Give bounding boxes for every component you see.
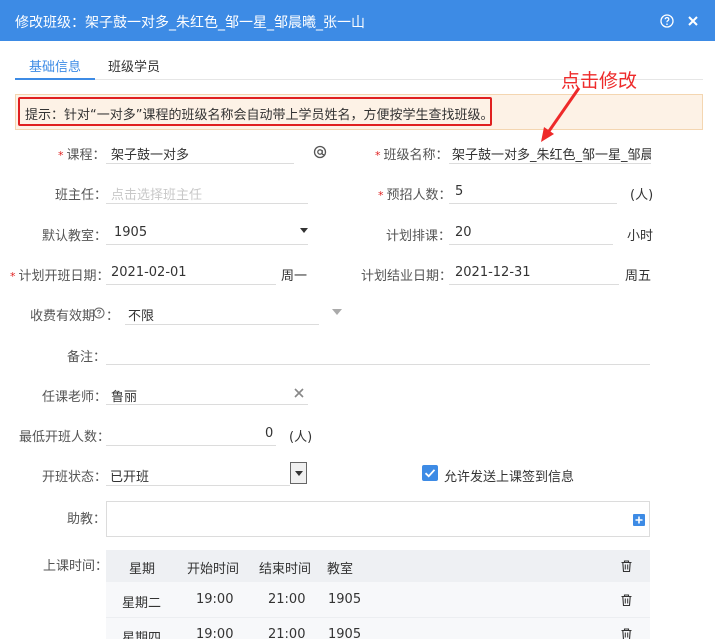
- status-underline: [106, 485, 290, 486]
- head-teacher-input[interactable]: 点击选择班主任: [111, 184, 202, 203]
- check-icon: [424, 469, 436, 478]
- schedule-cell-end: 21:00: [268, 627, 306, 639]
- class-name-underline: [449, 163, 651, 164]
- course-underline: [106, 163, 294, 164]
- teacher-label: 任课老师：: [42, 390, 108, 405]
- dropdown-caret-icon: [295, 471, 303, 476]
- assistant-input[interactable]: [106, 501, 650, 537]
- clear-icon[interactable]: [294, 388, 304, 398]
- remark-label: 备注：: [67, 350, 107, 365]
- planned-lessons-unit: 小时: [627, 229, 654, 244]
- required-mark: *: [10, 270, 16, 283]
- assistant-label: 助教：: [67, 512, 107, 527]
- planned-lessons-underline: [449, 244, 613, 245]
- table-row: [106, 582, 650, 618]
- end-date-underline: [449, 284, 619, 285]
- class-name-value: 架子鼓一对多_朱红色_邹一星_邹晨曦: [452, 148, 651, 163]
- table-row: [106, 618, 650, 639]
- tab-class-students[interactable]: 班级学员: [108, 56, 160, 75]
- min-students-label: 最低开班人数：: [19, 430, 111, 445]
- teacher-value[interactable]: 鲁丽: [111, 386, 137, 405]
- class-name-label: * 班级名称：: [375, 148, 449, 163]
- schedule-cell-start: 19:00: [196, 627, 234, 639]
- course-value: 架子鼓一对多: [111, 148, 190, 163]
- head-teacher-underline: [106, 203, 308, 204]
- class-name-input[interactable]: 架子鼓一对多_朱红色_邹一星_邹晨曦: [452, 144, 651, 163]
- planned-lessons-label: 计划排课：: [386, 229, 452, 244]
- add-assistant-icon[interactable]: [633, 514, 645, 526]
- planned-students-input[interactable]: 5: [455, 184, 463, 199]
- schedule-header-weekday: 星期: [129, 562, 156, 577]
- min-students-unit: (人): [289, 430, 313, 445]
- status-label: 开班状态：: [42, 470, 108, 485]
- annotation-arrow-icon: [541, 87, 581, 142]
- at-link-icon[interactable]: [313, 145, 327, 159]
- tab-basic-info[interactable]: 基础信息: [29, 56, 81, 75]
- end-weekday: 周五: [625, 269, 652, 284]
- min-students-underline: [106, 445, 276, 446]
- schedule-label: 上课时间：: [43, 559, 109, 574]
- allow-notify-label: 允许发送上课签到信息: [444, 470, 575, 485]
- end-date-input[interactable]: 2021-12-31: [455, 265, 531, 280]
- delete-row-trash-icon[interactable]: [621, 594, 632, 606]
- start-date-input[interactable]: 2021-02-01: [111, 265, 187, 280]
- help-circle-icon[interactable]: [93, 307, 105, 319]
- schedule-header-start: 开始时间: [187, 562, 240, 577]
- schedule-header-room: 教室: [327, 562, 354, 577]
- default-room-select[interactable]: 1905: [114, 225, 147, 240]
- delete-row-trash-icon[interactable]: [621, 628, 632, 639]
- required-mark: *: [58, 149, 64, 162]
- dropdown-caret-icon[interactable]: [300, 228, 308, 233]
- planned-students-label: * 预招人数：: [378, 188, 452, 203]
- allow-notify-checkbox[interactable]: [422, 465, 438, 481]
- course-label: * 课程：: [58, 148, 106, 163]
- start-date-underline: [106, 284, 276, 285]
- close-icon[interactable]: [686, 14, 700, 28]
- teacher-underline: [106, 404, 308, 405]
- status-select[interactable]: 已开班: [110, 466, 149, 485]
- active-tab-indicator: [15, 78, 95, 80]
- schedule-cell-room: 1905: [328, 592, 362, 607]
- required-mark: *: [378, 189, 384, 202]
- default-room-label: 默认教室：: [42, 229, 108, 244]
- schedule-cell-weekday: 星期二: [122, 596, 162, 611]
- status-dropdown-button[interactable]: [290, 462, 307, 484]
- head-teacher-label: 班主任：: [55, 188, 108, 203]
- fee-valid-underline: [125, 324, 319, 325]
- planned-students-underline: [449, 203, 617, 204]
- min-students-input[interactable]: 0: [265, 426, 273, 441]
- start-date-label: * 计划开班日期：: [10, 269, 110, 284]
- schedule-header-end: 结束时间: [259, 562, 312, 577]
- help-icon[interactable]: [660, 14, 674, 28]
- fee-valid-colon: ：: [106, 309, 120, 324]
- fee-valid-select[interactable]: 不限: [128, 305, 154, 324]
- delete-all-trash-icon[interactable]: [621, 560, 632, 572]
- planned-students-unit: (人): [630, 188, 654, 203]
- start-weekday: 周一: [281, 269, 308, 284]
- dropdown-caret-icon[interactable]: [332, 309, 342, 315]
- remark-underline: [106, 364, 650, 365]
- schedule-cell-room: 1905: [328, 627, 362, 639]
- schedule-cell-start: 19:00: [196, 592, 234, 607]
- fee-valid-label: 收费有效期: [30, 309, 96, 324]
- tip-text: 提示：针对“一对多”课程的班级名称会自动带上学员姓名，方便按学生查找班级。: [25, 108, 494, 123]
- end-date-label: 计划结业日期：: [361, 269, 453, 284]
- schedule-cell-end: 21:00: [268, 592, 306, 607]
- default-room-underline: [106, 244, 308, 245]
- dialog-title: 修改班级：架子鼓一对多_朱红色_邹一星_邹晨曦_张一山: [15, 15, 365, 31]
- dialog-titlebar: 修改班级：架子鼓一对多_朱红色_邹一星_邹晨曦_张一山: [0, 0, 715, 41]
- required-mark: *: [375, 149, 381, 162]
- planned-lessons-input[interactable]: 20: [455, 225, 472, 240]
- schedule-cell-weekday: 星期四: [122, 631, 162, 639]
